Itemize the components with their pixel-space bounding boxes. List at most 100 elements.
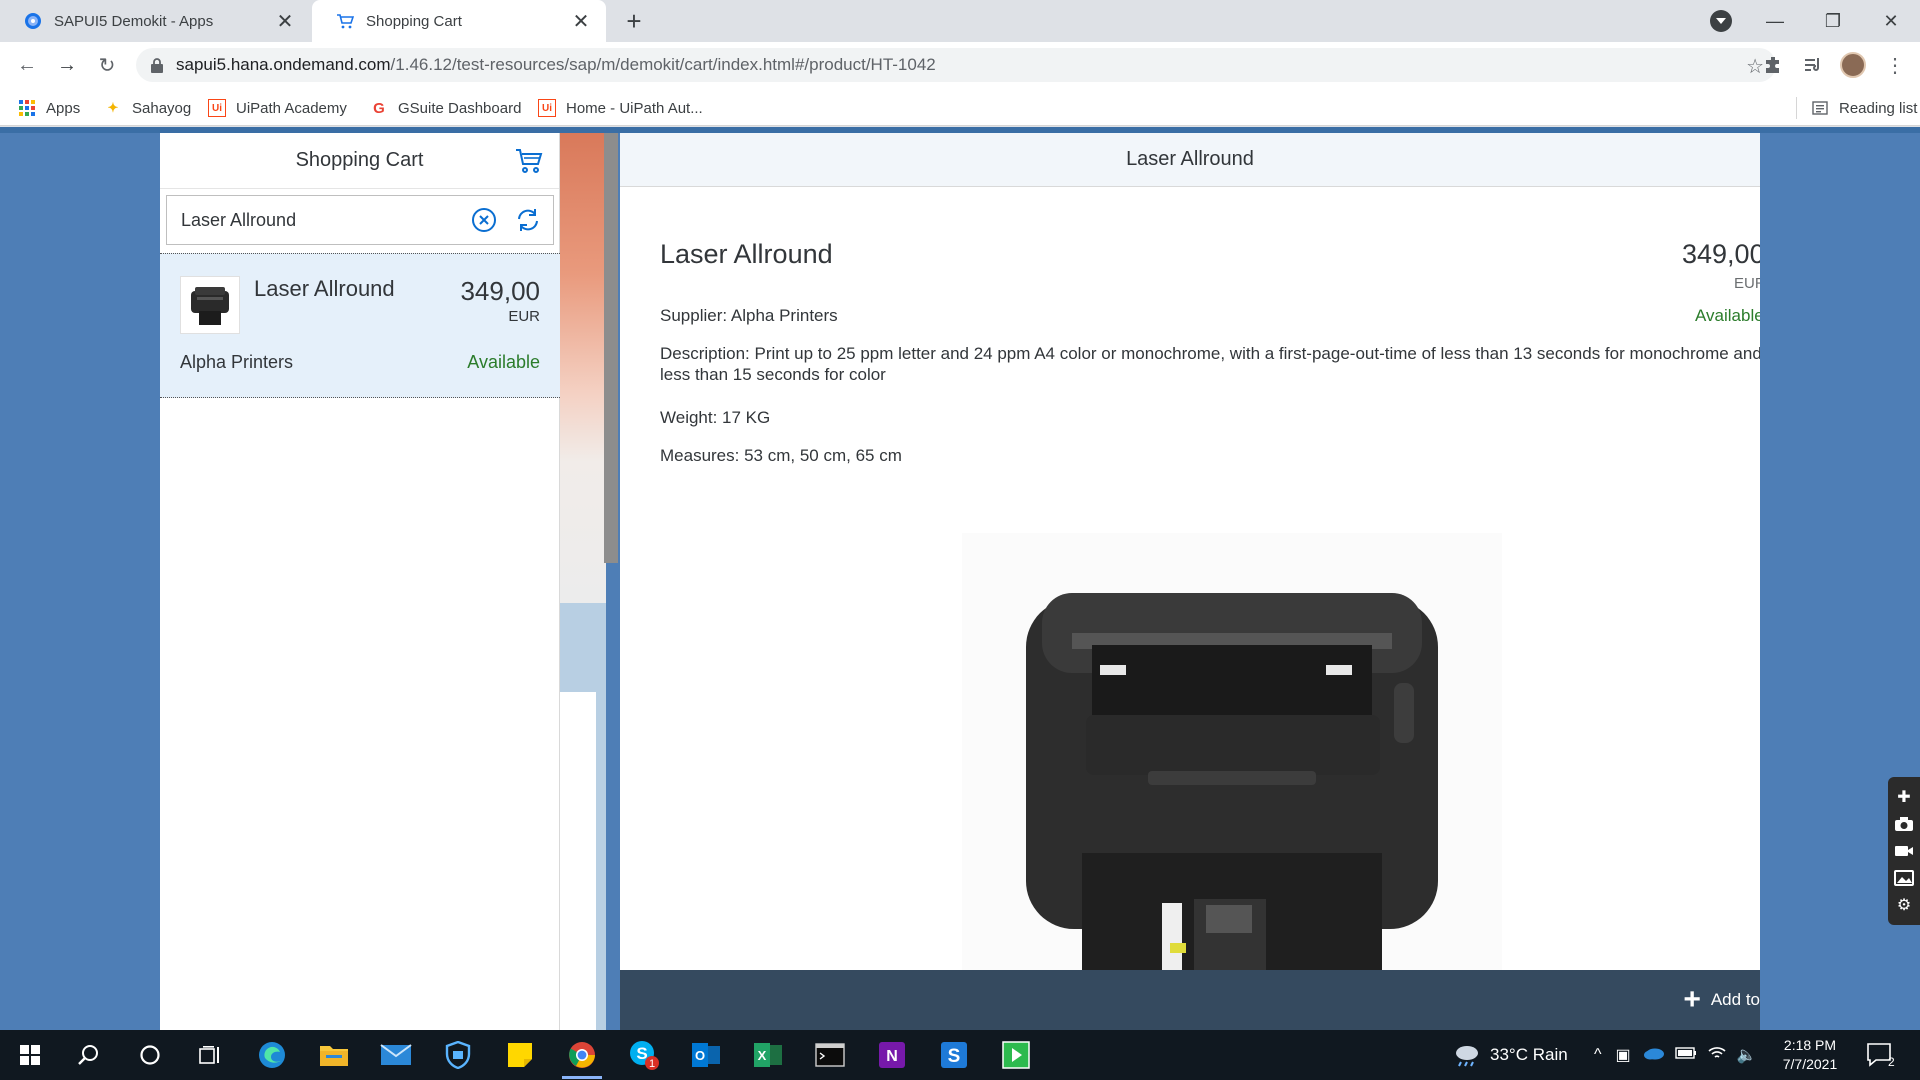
product-weight: Weight: 17 KG: [660, 408, 771, 427]
browser-toolbar: ← → ↻ sapui5.hana.ondemand.com/1.46.12/t…: [0, 42, 1920, 88]
security-shield-icon[interactable]: [434, 1035, 482, 1075]
master-panel: Shopping Cart Laser Allround Laser Allro…: [160, 133, 560, 1030]
product-currency: EUR: [508, 308, 540, 325]
weather-text: 33°C Rain: [1490, 1045, 1568, 1064]
terminal-icon[interactable]: [806, 1035, 854, 1075]
notification-center-icon[interactable]: 2: [1866, 1042, 1896, 1069]
bookmark-gsuite-dashboard[interactable]: G GSuite Dashboard: [370, 97, 521, 119]
video-icon[interactable]: [1893, 840, 1915, 862]
app-shell: Shopping Cart Laser Allround Laser Allro…: [0, 127, 1920, 1030]
camera-icon[interactable]: [1893, 813, 1915, 835]
task-view-icon[interactable]: [186, 1035, 234, 1075]
url-host: sapui5.hana.ondemand.com: [176, 55, 391, 74]
onenote-icon[interactable]: N: [868, 1035, 916, 1075]
svg-text:2: 2: [1888, 1055, 1895, 1068]
background-image: [560, 133, 606, 603]
close-window-icon[interactable]: ✕: [1862, 0, 1920, 42]
add-to-cart-button[interactable]: + Add to: [1683, 984, 1760, 1016]
reading-list-icon: [1811, 99, 1829, 117]
edge-browser-icon[interactable]: [248, 1035, 296, 1075]
sticky-notes-icon[interactable]: [496, 1035, 544, 1075]
tab-title: SAPUI5 Demokit - Apps: [54, 12, 214, 30]
excel-icon[interactable]: X: [744, 1035, 792, 1075]
windows-taskbar: S1 O X N S 33°C Rain ^ ▣ 🔈 2:18 PM 7/7/2…: [0, 1030, 1920, 1080]
system-clock[interactable]: 2:18 PM 7/7/2021: [1770, 1036, 1850, 1074]
browser-tabstrip: SAPUI5 Demokit - Apps ✕ Shopping Cart ✕ …: [0, 0, 1920, 42]
google-icon: G: [373, 99, 385, 117]
battery-icon[interactable]: [1674, 1046, 1697, 1064]
product-image: [962, 533, 1502, 1003]
add-icon: +: [1683, 983, 1701, 1016]
restore-icon[interactable]: ❐: [1804, 0, 1862, 42]
capture-toolbar: ✚ ⚙: [1888, 777, 1920, 925]
mail-icon[interactable]: [372, 1035, 420, 1075]
tab-sapui5-demokit[interactable]: SAPUI5 Demokit - Apps ✕: [0, 0, 310, 42]
new-tab-button[interactable]: +: [620, 8, 648, 36]
media-control-icon[interactable]: [1798, 50, 1828, 80]
bookmark-uipath-home[interactable]: Ui Home - UiPath Aut...: [538, 97, 703, 119]
file-explorer-icon[interactable]: [310, 1035, 358, 1075]
meet-now-icon[interactable]: ▣: [1616, 1045, 1631, 1065]
outlook-icon[interactable]: O: [682, 1035, 730, 1075]
chrome-icon[interactable]: [558, 1035, 606, 1079]
list-item[interactable]: Laser Allround 349,00 EUR Alpha Printers…: [160, 253, 560, 398]
onedrive-icon[interactable]: [1643, 1046, 1665, 1065]
minimize-icon[interactable]: —: [1746, 0, 1804, 42]
product-supplier: Alpha Printers: [180, 352, 294, 372]
tab-search-icon[interactable]: [1710, 10, 1732, 32]
skype-icon[interactable]: S1: [620, 1035, 668, 1075]
tab-shopping-cart[interactable]: Shopping Cart ✕: [312, 0, 606, 42]
bookmarks-bar: Apps ✦ Sahayog Ui UiPath Academy G GSuit…: [0, 88, 1920, 126]
svg-text:1: 1: [649, 1058, 655, 1070]
bookmark-apps[interactable]: Apps: [18, 97, 80, 119]
forward-arrow-icon[interactable]: →: [52, 50, 82, 80]
reading-list-button[interactable]: Reading list: [1796, 97, 1917, 119]
chevron-up-icon[interactable]: ^: [1594, 1046, 1602, 1064]
wifi-icon[interactable]: [1707, 1045, 1727, 1066]
address-bar[interactable]: sapui5.hana.ondemand.com/1.46.12/test-re…: [136, 48, 1776, 82]
product-price: 349,00: [1682, 239, 1760, 269]
pin-icon[interactable]: ✚: [1893, 786, 1915, 808]
bookmark-sahayog[interactable]: ✦ Sahayog: [104, 97, 192, 119]
close-tab-icon[interactable]: ✕: [570, 10, 592, 33]
url-path: /1.46.12/test-resources/sap/m/demokit/ca…: [390, 55, 936, 74]
cortana-icon[interactable]: [126, 1035, 174, 1075]
settings-gear-icon[interactable]: ⚙: [1893, 894, 1915, 916]
extensions-puzzle-icon[interactable]: [1758, 50, 1788, 80]
product-currency: EUR: [1734, 275, 1760, 292]
product-description: Description: Print up to 25 ppm letter a…: [660, 344, 1760, 384]
detail-panel: Laser Allround Laser Allround 349,00 EUR…: [620, 133, 1760, 1030]
uipath-studio-icon[interactable]: [992, 1035, 1040, 1075]
scrollbar[interactable]: [604, 133, 618, 563]
background-panel: [560, 692, 596, 1030]
back-arrow-icon[interactable]: ←: [12, 50, 42, 80]
reload-icon[interactable]: ↻: [92, 50, 122, 80]
svg-text:N: N: [886, 1048, 898, 1065]
product-title: Laser Allround: [660, 239, 833, 269]
search-field[interactable]: Laser Allround: [166, 195, 554, 245]
tray-icons: ^ ▣ 🔈: [1594, 1030, 1757, 1080]
uipath-icon: Ui: [208, 99, 226, 117]
volume-icon[interactable]: 🔈: [1737, 1045, 1757, 1065]
search-icon[interactable]: [64, 1035, 112, 1075]
apps-grid-icon: [18, 99, 36, 117]
clear-icon[interactable]: [471, 207, 497, 233]
tab-title: Shopping Cart: [366, 12, 462, 30]
weather-widget[interactable]: 33°C Rain: [1452, 1030, 1568, 1080]
close-tab-icon[interactable]: ✕: [274, 10, 296, 33]
bookmark-uipath-academy[interactable]: Ui UiPath Academy: [208, 97, 347, 119]
refresh-icon[interactable]: [515, 207, 541, 233]
product-price: 349,00: [460, 276, 540, 306]
svg-text:X: X: [758, 1048, 767, 1063]
gallery-icon[interactable]: [1893, 867, 1915, 889]
page-title: Shopping Cart: [295, 149, 424, 171]
sahayog-icon: ✦: [107, 100, 119, 115]
search-input[interactable]: Laser Allround: [181, 210, 471, 231]
profile-avatar[interactable]: [1840, 52, 1866, 78]
master-header: Shopping Cart: [160, 133, 559, 189]
browser-menu-icon[interactable]: ⋮: [1880, 50, 1910, 80]
detail-footer: + Add to: [620, 970, 1760, 1030]
sharepoint-icon[interactable]: S: [930, 1035, 978, 1075]
cart-icon[interactable]: [515, 147, 545, 175]
windows-start-icon[interactable]: [6, 1035, 54, 1075]
